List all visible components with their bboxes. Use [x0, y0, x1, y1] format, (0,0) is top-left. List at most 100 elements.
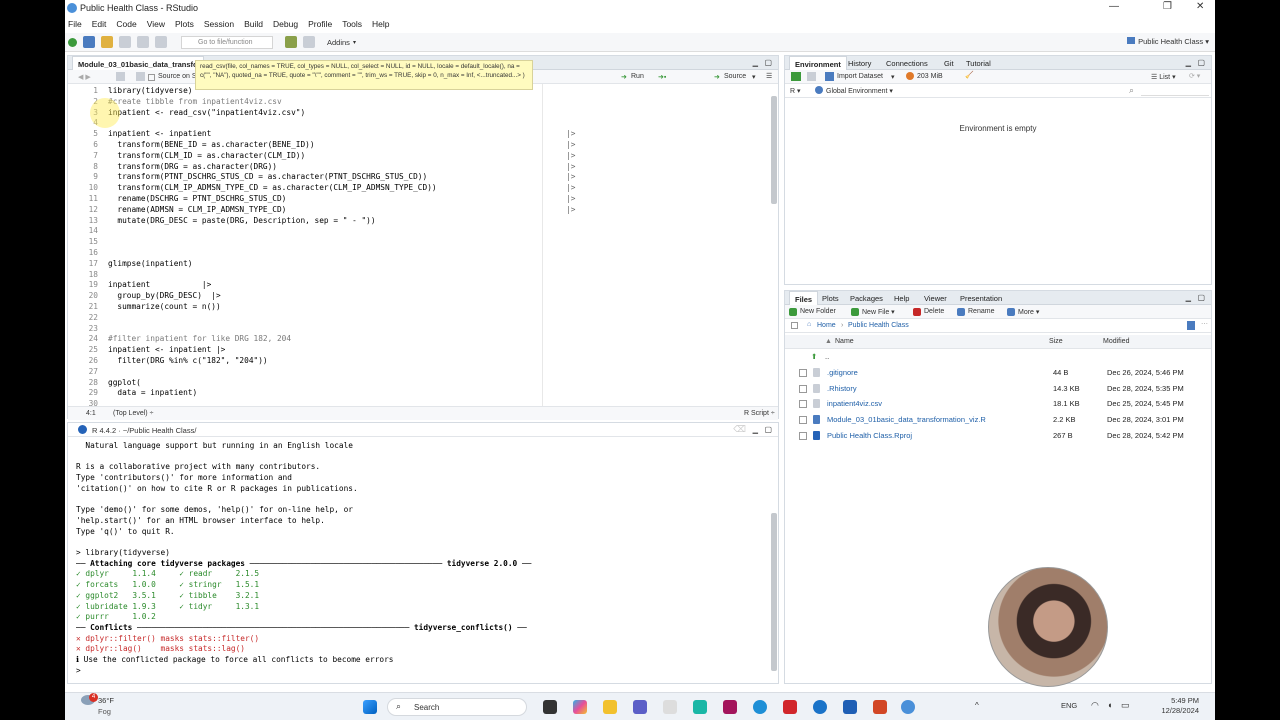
wifi-icon[interactable]: ◠: [1091, 700, 1099, 711]
tab-viewer[interactable]: Viewer: [919, 291, 952, 305]
menu-build[interactable]: Build: [244, 19, 263, 29]
memory-usage[interactable]: 203 MiB: [917, 73, 943, 80]
rename-button[interactable]: Rename: [968, 308, 994, 315]
show-in-window-icon[interactable]: [116, 72, 125, 81]
save-file-icon[interactable]: [136, 72, 145, 81]
word-icon[interactable]: [843, 700, 857, 714]
save-all-icon[interactable]: [137, 36, 149, 48]
minimize-console-icon[interactable]: ▁: [753, 426, 758, 434]
file-name[interactable]: .Rhistory: [827, 384, 857, 393]
new-file-icon[interactable]: [68, 37, 77, 47]
language-selector[interactable]: R ▾: [790, 87, 801, 95]
column-modified[interactable]: Modified: [1103, 338, 1129, 345]
maximize-console-icon[interactable]: ▢: [764, 425, 772, 434]
import-dataset-button[interactable]: Import Dataset: [837, 73, 883, 80]
parent-dir-link[interactable]: ..: [825, 352, 829, 361]
taskbar-search[interactable]: ⌕ Search: [387, 698, 527, 716]
file-checkbox[interactable]: [799, 368, 807, 377]
source-on-save-checkbox[interactable]: [148, 74, 155, 81]
tab-git[interactable]: Git: [939, 56, 959, 70]
console-scrollbar[interactable]: [771, 513, 777, 671]
new-folder-button[interactable]: New Folder: [800, 308, 836, 315]
addins-menu[interactable]: Addins: [327, 38, 350, 47]
battery-icon[interactable]: ▭: [1121, 700, 1130, 711]
git-icon[interactable]: [285, 36, 297, 48]
maximize-pane-icon[interactable]: ▢: [1197, 293, 1205, 302]
menu-help[interactable]: Help: [372, 19, 389, 29]
source-button[interactable]: Source: [724, 73, 746, 80]
menu-code[interactable]: Code: [116, 19, 136, 29]
menu-tools[interactable]: Tools: [342, 19, 362, 29]
clear-console-icon[interactable]: ⌫: [733, 424, 746, 435]
search-icon[interactable]: ⌕: [1129, 85, 1134, 96]
goto-file-input[interactable]: Go to file/function: [181, 35, 273, 49]
tab-environment[interactable]: Environment: [789, 56, 847, 70]
powerpoint-icon[interactable]: [873, 700, 887, 714]
file-name[interactable]: Module_03_01basic_data_transformation_vi…: [827, 415, 986, 424]
tab-tutorial[interactable]: Tutorial: [961, 56, 996, 70]
file-explorer-icon[interactable]: [603, 700, 617, 714]
store-icon[interactable]: [663, 700, 677, 714]
view-mode-selector[interactable]: ☰ List ▾: [1151, 73, 1176, 81]
back-icon[interactable]: ◀ ▶: [78, 73, 91, 81]
select-all-checkbox[interactable]: [791, 322, 798, 329]
app2-icon[interactable]: [813, 700, 827, 714]
source-menu-chevron-icon[interactable]: ▾: [752, 73, 756, 81]
edge-icon[interactable]: [753, 700, 767, 714]
tab-packages[interactable]: Packages: [845, 291, 888, 305]
environment-search-input[interactable]: [1141, 85, 1209, 96]
file-checkbox[interactable]: [799, 384, 807, 393]
console-output[interactable]: Natural language support but running in …: [76, 441, 766, 681]
more-button[interactable]: More ▾: [1018, 308, 1039, 316]
file-type-selector[interactable]: R Script ÷: [744, 410, 775, 417]
file-name[interactable]: Public Health Class.Rproj: [827, 431, 912, 440]
broom-icon[interactable]: 🧹: [965, 71, 974, 79]
clock-date[interactable]: 12/28/2024: [1147, 706, 1199, 715]
environment-selector[interactable]: Global Environment ▾: [826, 87, 893, 95]
delete-button[interactable]: Delete: [924, 308, 944, 315]
tab-files[interactable]: Files: [789, 291, 819, 305]
file-name[interactable]: .gitignore: [827, 368, 858, 377]
workspace-panes-icon[interactable]: [303, 36, 315, 48]
menu-edit[interactable]: Edit: [92, 19, 107, 29]
rerun-icon[interactable]: ➜▪: [658, 73, 666, 81]
file-row[interactable]: .Rhistory 14.3 KB Dec 28, 2024, 5:35 PM: [789, 381, 1213, 397]
run-button[interactable]: Run: [631, 73, 644, 80]
language-indicator[interactable]: ENG: [1061, 701, 1077, 710]
tab-presentation[interactable]: Presentation: [955, 291, 1007, 305]
column-size[interactable]: Size: [1049, 338, 1063, 345]
minimize-pane-icon[interactable]: ▁: [753, 59, 758, 67]
file-row-up[interactable]: ⬆..: [789, 349, 1213, 365]
load-workspace-icon[interactable]: [791, 72, 801, 81]
tab-history[interactable]: History: [843, 56, 876, 70]
minimize-pane-icon[interactable]: ▁: [1186, 294, 1191, 302]
breadcrumb-home[interactable]: Home: [817, 322, 836, 329]
menu-debug[interactable]: Debug: [273, 19, 298, 29]
menu-session[interactable]: Session: [204, 19, 234, 29]
open-file-icon[interactable]: [101, 36, 113, 48]
outline-icon[interactable]: ☰: [766, 72, 772, 80]
save-icon[interactable]: [119, 36, 131, 48]
file-name[interactable]: inpatient4viz.csv: [827, 399, 882, 408]
mcafee-icon[interactable]: [783, 700, 797, 714]
file-checkbox[interactable]: [799, 416, 807, 425]
tab-plots[interactable]: Plots: [817, 291, 844, 305]
clock-time[interactable]: 5:49 PM: [1155, 696, 1199, 705]
maximize-pane-icon[interactable]: ▢: [764, 58, 772, 67]
chevron-up-icon[interactable]: ^: [975, 701, 979, 710]
tab-help[interactable]: Help: [889, 291, 914, 305]
menu-file[interactable]: File: [68, 19, 82, 29]
menu-view[interactable]: View: [147, 19, 165, 29]
file-row[interactable]: Module_03_01basic_data_transformation_vi…: [789, 412, 1213, 428]
file-checkbox[interactable]: [799, 432, 807, 440]
column-name[interactable]: Name: [835, 338, 854, 345]
app-icon[interactable]: [723, 700, 737, 714]
rstudio-taskbar-icon[interactable]: [901, 700, 915, 714]
tab-source-file[interactable]: Module_03_01basic_data_transfor: [72, 56, 204, 70]
task-view-icon[interactable]: [543, 700, 557, 714]
close-button[interactable]: ✕: [1196, 1, 1204, 12]
more-icon[interactable]: ⋯: [1201, 320, 1208, 328]
file-row[interactable]: Public Health Class.Rproj 267 B Dec 28, 20…: [789, 428, 1213, 444]
maximize-pane-icon[interactable]: ▢: [1197, 58, 1205, 67]
refresh-icon[interactable]: ⟳ ▾: [1189, 72, 1200, 80]
